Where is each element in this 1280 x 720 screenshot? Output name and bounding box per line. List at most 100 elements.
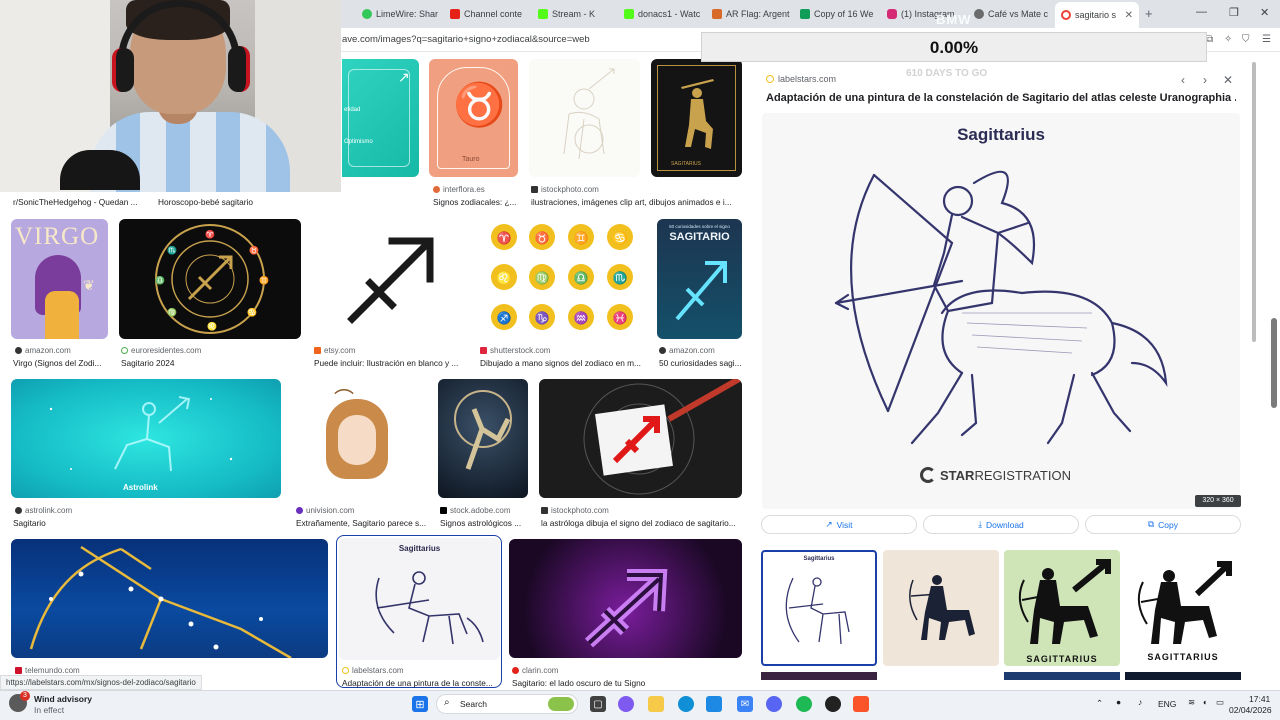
brave-shield-icon[interactable]: ⛉ [1242, 35, 1252, 45]
download-button[interactable]: ⤓ Download [923, 515, 1079, 534]
image-result[interactable]: etidad Optimismo ↗ [342, 59, 419, 177]
result-title[interactable]: Dibujado a mano signos del zodiaco en m.… [480, 358, 645, 368]
image-result[interactable] [509, 539, 742, 658]
tab-cafe-mate[interactable]: Café vs Mate c [968, 4, 1052, 24]
image-result[interactable] [11, 539, 328, 658]
maximize-icon[interactable]: ❐ [1229, 6, 1239, 19]
result-title[interactable]: Extrañamente, Sagitario parece s... [296, 518, 428, 528]
image-result[interactable]: ⌒ [300, 379, 415, 498]
image-result[interactable]: SAGITARIUS [651, 59, 742, 177]
related-image[interactable] [883, 550, 999, 666]
result-title[interactable]: la astróloga dibuja el signo del zodiaco… [541, 518, 742, 528]
result-source[interactable]: telemundo.com [15, 666, 115, 675]
page-scrollbar[interactable] [1271, 318, 1277, 408]
result-source[interactable]: istockphoto.com [541, 506, 661, 515]
result-source[interactable]: stock.adobe.com [440, 506, 530, 515]
discord-icon[interactable] [766, 696, 782, 712]
panel-title[interactable]: Adaptación de una pintura de la constela… [766, 92, 1236, 104]
panel-scrollbar[interactable] [1252, 62, 1256, 342]
result-title[interactable]: ilustraciones, imágenes clip art, dibujo… [531, 197, 741, 207]
tab-ar-flag[interactable]: AR Flag: Argent [706, 4, 790, 24]
microphone-icon[interactable]: ♪ [1138, 697, 1142, 707]
result-title[interactable]: Adaptación de una pintura de la conste..… [342, 678, 497, 688]
tab-kick-watch[interactable]: donacs1 - Watc [618, 4, 702, 24]
url-text[interactable]: ave.com/images?q=sagitario+signo+zodiaca… [342, 34, 590, 45]
result-source[interactable]: amazon.com [659, 346, 741, 355]
image-result[interactable]: Astrolink [11, 379, 281, 498]
obs-icon[interactable] [825, 696, 841, 712]
result-source[interactable]: labelstars.com [342, 666, 462, 675]
weather-title[interactable]: Wind advisory [34, 694, 92, 704]
result-source[interactable]: univision.com [296, 506, 416, 515]
result-source[interactable]: astrolink.com [15, 506, 115, 515]
previous-icon[interactable]: ‹ [1181, 73, 1185, 87]
battery-icon[interactable]: ▭ [1216, 697, 1224, 708]
result-source[interactable]: etsy.com [314, 346, 464, 355]
related-image-selected[interactable]: Sagittarius [761, 550, 877, 666]
related-image[interactable]: SAGITTARIUS [1125, 550, 1241, 666]
result-title[interactable]: Sagitario: el lado oscuro de tu Signo [512, 678, 712, 688]
task-view-icon[interactable]: ▢ [590, 696, 606, 712]
wifi-icon[interactable]: ≋ [1188, 697, 1195, 708]
extension-icon[interactable]: ✧ [1224, 35, 1234, 45]
copy-button[interactable]: ⧉ Copy [1085, 515, 1241, 534]
result-title[interactable]: 50 curiosidades sagi... [659, 358, 742, 368]
copilot-icon[interactable] [618, 696, 634, 712]
close-panel-icon[interactable]: ✕ [1223, 73, 1233, 87]
mail-icon[interactable]: ✉ [737, 696, 753, 712]
clock-date[interactable]: 02/04/2026 [1229, 705, 1272, 715]
image-result[interactable]: VIRGO ❦ [11, 219, 108, 339]
result-title[interactable]: Sagitario [13, 518, 113, 528]
image-result[interactable] [529, 59, 640, 177]
file-explorer-icon[interactable] [648, 696, 664, 712]
tray-app-icon[interactable]: ● [1116, 697, 1121, 707]
store-icon[interactable] [706, 696, 722, 712]
result-source[interactable]: shutterstock.com [480, 346, 640, 355]
tab-kick-stream[interactable]: Stream - K [532, 4, 616, 24]
volume-icon[interactable]: ◖ [1202, 697, 1207, 707]
result-source[interactable]: istockphoto.com [531, 185, 641, 194]
next-icon[interactable]: › [1203, 73, 1207, 87]
result-source[interactable]: clarin.com [512, 666, 612, 675]
result-title[interactable]: Virgo (Signos del Zodi... [13, 358, 108, 368]
result-title[interactable]: Sagitario 2024 [121, 358, 271, 368]
result-title[interactable]: Signos zodiacales: ¿... [433, 197, 523, 207]
result-source[interactable]: interflora.es [433, 185, 523, 194]
tab-youtube[interactable]: Channel conte [444, 4, 528, 24]
related-image-partial[interactable] [1125, 672, 1241, 680]
result-source[interactable]: euroresidentes.com [121, 346, 271, 355]
tray-chevron-icon[interactable]: ⌃ [1096, 698, 1103, 709]
close-window-icon[interactable]: ✕ [1260, 6, 1269, 19]
related-image-partial[interactable] [761, 672, 877, 680]
result-source[interactable]: amazon.com [15, 346, 105, 355]
share-icon[interactable]: ⧉ [1206, 35, 1216, 45]
tab-sagitario-active[interactable]: sagitario s ✕ [1055, 2, 1139, 28]
menu-icon[interactable]: ☰ [1262, 35, 1272, 45]
minimize-icon[interactable]: — [1196, 6, 1207, 18]
related-image[interactable]: SAGITTARIUS [1004, 550, 1120, 666]
spotify-icon[interactable] [796, 696, 812, 712]
image-result[interactable]: ♉ Tauro [429, 59, 518, 177]
result-title[interactable]: Puede incluir: Ilustración en blanco y .… [314, 358, 467, 368]
brave-icon[interactable] [853, 696, 869, 712]
close-tab-icon[interactable]: ✕ [1125, 10, 1133, 21]
image-result[interactable]: 50 curiosidades sobre el signo SAGITARIO [657, 219, 742, 339]
result-title[interactable]: Signos astrológicos ... [440, 518, 532, 528]
new-tab-icon[interactable]: + [1145, 6, 1153, 21]
tab-limewire[interactable]: LimeWire: Shar [356, 4, 440, 24]
start-icon[interactable]: ⊞ [412, 696, 428, 712]
image-result[interactable] [539, 379, 742, 498]
preview-image[interactable]: Sagittarius STAR REGISTRATION [762, 113, 1240, 509]
tab-sheets[interactable]: Copy of 16 We [794, 4, 878, 24]
image-result[interactable]: ♈ ♉ ♊ ♋ ♌ ♍ ♎ ♏ [119, 219, 301, 339]
result-title[interactable]: Horoscopo-bebé sagitario [158, 197, 308, 207]
related-image-partial[interactable] [1004, 672, 1120, 680]
result-title[interactable]: r/SonicTheHedgehog - Quedan ... [13, 197, 153, 207]
panel-source[interactable]: labelstars.com [766, 74, 836, 84]
visit-button[interactable]: ↗ Visit [761, 515, 917, 534]
image-result[interactable] [438, 379, 528, 498]
image-result[interactable]: ♈ ♉ ♊ ♋ ♌ ♍ ♎ ♏ ♐ ♑ ♒ ♓ [478, 219, 645, 339]
image-result[interactable] [312, 219, 467, 339]
language-indicator[interactable]: ENG [1158, 699, 1176, 709]
clock-time[interactable]: 17:41 [1249, 694, 1270, 704]
